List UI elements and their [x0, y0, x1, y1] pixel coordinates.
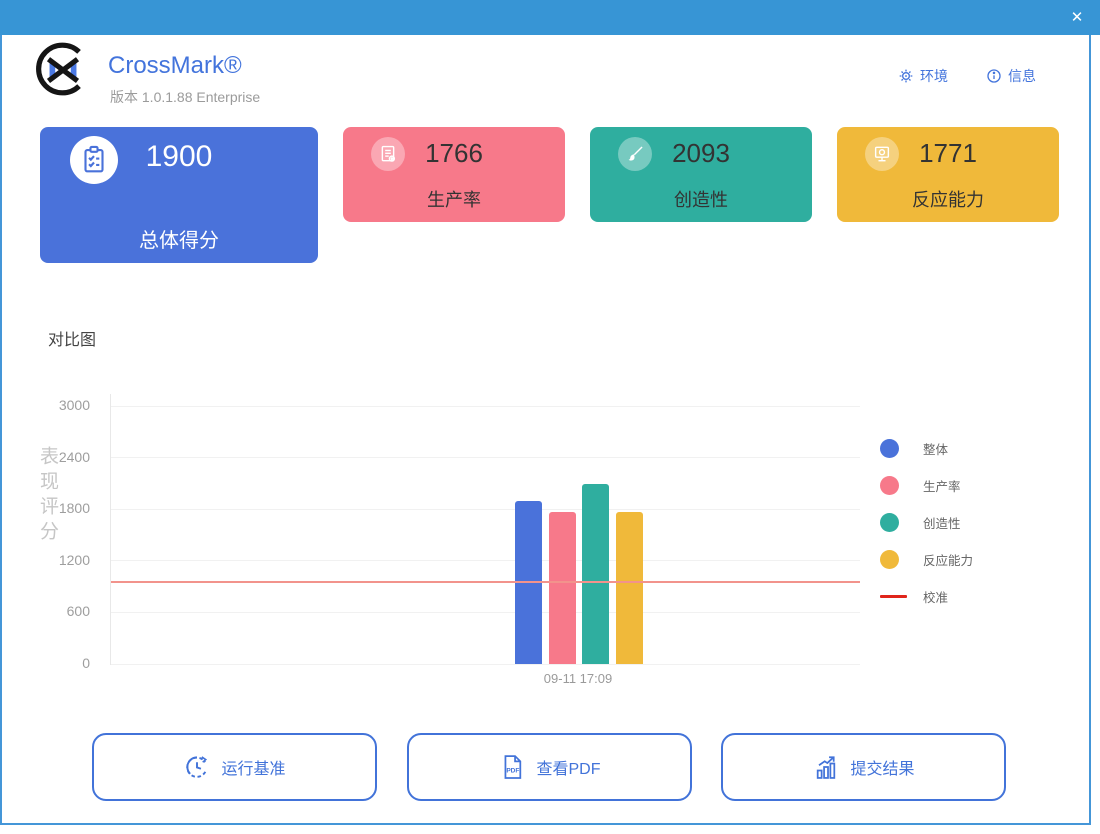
overall-score-card: 1900 总体得分 — [40, 127, 318, 263]
plot-area — [111, 405, 860, 665]
productivity-label: 生产率 — [427, 190, 481, 210]
legend-label: 生产率 — [923, 479, 961, 494]
crossmark-logo-icon — [36, 42, 81, 96]
legend-label: 反应能力 — [923, 553, 974, 568]
legend-label: 整体 — [923, 442, 949, 457]
legend-line-swatch — [880, 594, 907, 598]
y-tick-label: 1800 — [58, 500, 90, 517]
clock-history-icon — [186, 756, 208, 778]
info-label: 信息 — [1008, 68, 1036, 84]
gridline — [111, 560, 860, 562]
gridline — [111, 611, 860, 613]
y-tick-label: 2400 — [58, 448, 90, 465]
bar-生产率 — [548, 512, 576, 664]
legend-item: 创造性 — [880, 512, 973, 532]
creativity-label: 创造性 — [674, 190, 728, 210]
legend-swatch — [880, 438, 899, 458]
y-tick-label: 600 — [66, 603, 90, 620]
info-button[interactable]: 信息 — [986, 66, 1036, 86]
run-benchmark-button[interactable]: 运行基准 — [92, 733, 377, 801]
legend-item: 校准 — [880, 586, 973, 606]
gear-icon — [899, 69, 913, 83]
gridline — [111, 508, 860, 510]
creativity-value: 2093 — [672, 138, 730, 168]
bar-创造性 — [582, 484, 610, 664]
productivity-card: 1766 生产率 — [343, 127, 565, 222]
view-pdf-button[interactable]: PDF 查看PDF — [407, 733, 692, 801]
responsiveness-card: 1771 反应能力 — [837, 127, 1059, 222]
view-pdf-label: 查看PDF — [536, 761, 601, 778]
creativity-card: 2093 创造性 — [590, 127, 812, 222]
environment-label: 环境 — [920, 68, 948, 84]
run-benchmark-label: 运行基准 — [221, 761, 286, 778]
legend-label: 校准 — [923, 590, 949, 605]
productivity-value: 1766 — [425, 138, 483, 168]
overall-score-label: 总体得分 — [139, 230, 219, 252]
svg-text:PDF: PDF — [507, 767, 520, 774]
responsiveness-value: 1771 — [919, 138, 977, 168]
crossmark-window: ✕ CrossMark® 版本 1.0.1.88 Enterprise 环境 信… — [0, 0, 1100, 834]
chart-legend: 整体生产率创造性反应能力校准 — [880, 438, 973, 606]
gridline — [111, 457, 860, 459]
chart-arrow-icon — [817, 756, 836, 779]
app-version: 版本 1.0.1.88 Enterprise — [110, 89, 261, 105]
submit-results-button[interactable]: 提交结果 — [721, 733, 1006, 801]
legend-label: 创造性 — [923, 516, 961, 531]
submit-results-label: 提交结果 — [850, 761, 915, 778]
window-titlebar: ✕ — [0, 0, 1100, 35]
legend-item: 生产率 — [880, 475, 973, 495]
app-title: CrossMark® — [108, 52, 242, 79]
legend-swatch — [880, 475, 899, 495]
legend-item: 反应能力 — [880, 549, 973, 569]
gridline — [111, 663, 860, 665]
x-axis-category-label: 09-11 17:09 — [543, 671, 613, 686]
environment-button[interactable]: 环境 — [898, 66, 948, 86]
chart-title: 对比图 — [48, 332, 97, 349]
responsiveness-label: 反应能力 — [912, 190, 984, 210]
legend-item: 整体 — [880, 438, 973, 458]
bar-反应能力 — [615, 511, 643, 664]
calibration-line — [111, 581, 860, 584]
overall-score-value: 1900 — [145, 140, 213, 173]
gridline — [111, 405, 860, 407]
legend-swatch — [880, 512, 899, 532]
legend-swatch — [880, 549, 899, 569]
info-icon — [987, 69, 1001, 83]
close-button[interactable]: ✕ — [1064, 6, 1090, 30]
y-tick-label: 1200 — [58, 551, 90, 568]
y-tick-label: 0 — [82, 655, 90, 671]
y-tick-label: 3000 — [58, 397, 90, 413]
y-axis-labels: 0 600 1200 1800 2400 3000 — [40, 397, 98, 671]
pdf-file-icon: PDF — [505, 755, 522, 779]
